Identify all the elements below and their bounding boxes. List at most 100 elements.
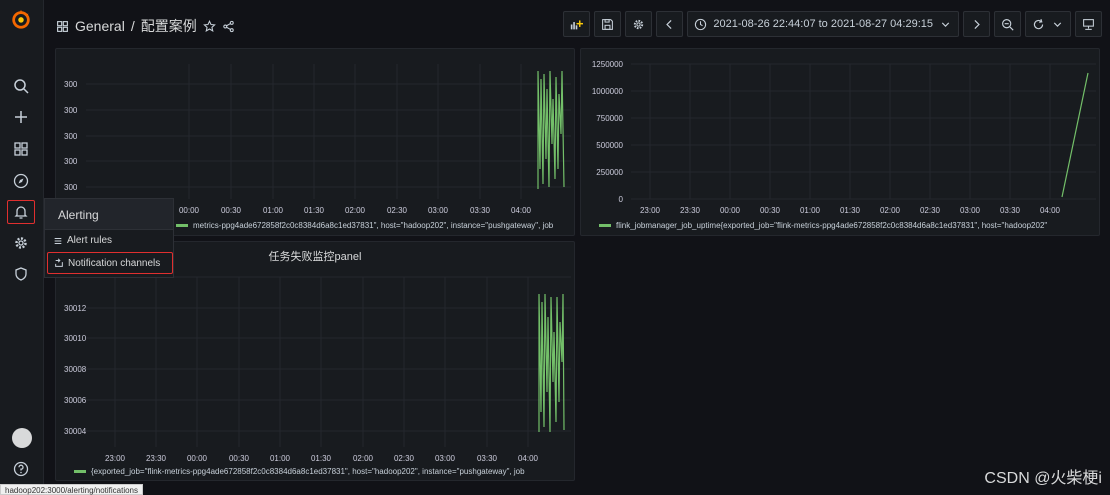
legend-swatch: [176, 224, 188, 227]
save-icon: [602, 18, 614, 30]
list-icon: [54, 237, 62, 244]
panel-task-failure-legend[interactable]: {exported_job="flink-metrics-ppg4ade6728…: [74, 467, 525, 476]
share-icon[interactable]: [222, 20, 235, 33]
breadcrumb-folder[interactable]: General: [75, 18, 125, 34]
dashboard-title[interactable]: 配置案例: [141, 16, 197, 36]
y-axis-ticks: 300 300 300 300 300: [64, 80, 78, 192]
zoom-out-button[interactable]: [994, 11, 1021, 37]
panel-top-left-legend[interactable]: metrics-ppg4ade672858f2c0c8384d6a8c1ed37…: [176, 221, 553, 230]
monitor-icon: [1083, 18, 1094, 30]
panel-top-right-legend[interactable]: flink_jobmanager_job_uptime{exported_job…: [599, 221, 1047, 230]
y-tick: 30012: [64, 304, 87, 313]
series-line: [537, 70, 565, 189]
comment-alt-share-icon: [55, 258, 63, 267]
refresh-button[interactable]: [1025, 11, 1071, 37]
x-tick: 02:30: [920, 206, 941, 215]
y-axis-ticks: 30012 30010 30008 30006 30004: [64, 304, 87, 436]
user-avatar[interactable]: [12, 428, 32, 448]
add-panel-icon: [571, 19, 584, 29]
y-tick: 1000000: [592, 87, 624, 96]
x-tick: 00:30: [760, 206, 781, 215]
x-tick: 00:30: [229, 454, 250, 463]
alerting-menu-header[interactable]: Alerting: [44, 198, 174, 230]
x-tick: 02:00: [345, 206, 366, 215]
clock-icon: [695, 18, 707, 30]
x-tick: 01:30: [840, 206, 861, 215]
menu-item-label: Alert rules: [67, 235, 113, 246]
grafana-logo-icon[interactable]: [10, 8, 32, 30]
y-axis-ticks: 1250000 1000000 750000 500000 250000 0: [592, 60, 624, 204]
configuration-gear-icon[interactable]: [7, 231, 35, 255]
grid: [631, 63, 1096, 200]
x-tick: 03:30: [477, 454, 498, 463]
breadcrumb-separator: /: [130, 18, 135, 34]
alerting-bell-icon[interactable]: [7, 200, 35, 224]
x-tick: 23:30: [146, 454, 167, 463]
x-tick: 01:30: [304, 206, 325, 215]
notification-channels-menu-item[interactable]: Notification channels: [47, 252, 173, 274]
add-panel-button[interactable]: [563, 11, 591, 37]
x-tick: 04:00: [518, 454, 539, 463]
plus-icon[interactable]: [7, 105, 35, 129]
alerting-submenu: Alert rules Notification channels: [44, 230, 174, 278]
search-icon[interactable]: [7, 74, 35, 98]
x-tick: 04:00: [511, 206, 532, 215]
x-tick: 02:00: [880, 206, 901, 215]
watermark: CSDN @火柴梗i: [984, 470, 1102, 487]
x-tick: 01:00: [800, 206, 821, 215]
x-tick: 00:00: [179, 206, 200, 215]
x-tick: 23:00: [640, 206, 661, 215]
y-tick: 0: [619, 195, 624, 204]
chevron-right-icon: [974, 19, 980, 29]
legend-label: metrics-ppg4ade672858f2c0c8384d6a8c1ed37…: [193, 221, 554, 230]
x-tick: 02:00: [353, 454, 374, 463]
legend-label: {exported_job="flink-metrics-ppg4ade6728…: [91, 467, 525, 476]
x-tick: 00:30: [221, 206, 242, 215]
dashboard-settings-button[interactable]: [625, 11, 653, 37]
alert-rules-menu-item[interactable]: Alert rules: [53, 235, 112, 246]
x-tick: 02:30: [387, 206, 408, 215]
x-tick: 03:00: [428, 206, 449, 215]
side-menu: [0, 0, 44, 495]
grid: [86, 64, 571, 199]
chevron-left-icon: [666, 19, 672, 29]
browser-status-url: hadoop202:3000/alerting/notifications: [0, 484, 143, 495]
gear-icon: [634, 19, 644, 29]
server-admin-shield-icon[interactable]: [7, 262, 35, 286]
legend-swatch: [74, 470, 86, 473]
star-icon[interactable]: [202, 19, 216, 33]
y-tick: 750000: [596, 114, 623, 123]
panel-top-right[interactable]: 1250000 1000000 750000 500000 250000 0 2…: [580, 48, 1100, 236]
y-tick: 30006: [64, 396, 87, 405]
x-tick: 00:00: [187, 454, 208, 463]
time-range-picker[interactable]: 2021-08-26 22:44:07 to 2021-08-27 04:29:…: [687, 11, 959, 37]
grid: [86, 276, 571, 447]
dashboards-icon[interactable]: [7, 137, 35, 161]
x-tick: 03:30: [1000, 206, 1021, 215]
x-tick: 03:30: [470, 206, 491, 215]
y-tick: 250000: [596, 168, 623, 177]
help-icon[interactable]: [7, 457, 35, 481]
x-tick: 03:00: [435, 454, 456, 463]
x-tick: 04:00: [1040, 206, 1061, 215]
x-tick: 00:00: [720, 206, 741, 215]
x-tick: 23:00: [105, 454, 126, 463]
x-tick: 23:30: [680, 206, 701, 215]
chevron-down-icon: [1053, 21, 1062, 27]
save-dashboard-button[interactable]: [594, 11, 622, 37]
dashboard-navbar: General / 配置案例 2021-08-26 22:44:07 to 20…: [44, 0, 1110, 48]
y-tick: 500000: [596, 141, 623, 150]
dashboard-grid-icon: [57, 20, 68, 32]
y-tick: 30010: [64, 334, 87, 343]
x-tick: 01:00: [263, 206, 284, 215]
explore-compass-icon[interactable]: [7, 169, 35, 193]
y-tick: 300: [64, 132, 78, 141]
x-tick: 02:30: [394, 454, 415, 463]
x-axis-ticks: 23:00 23:30 00:00 00:30 01:00 01:30 02:0…: [105, 454, 539, 463]
time-shift-back-button[interactable]: [656, 11, 684, 37]
legend-label: flink_jobmanager_job_uptime{exported_job…: [616, 221, 1048, 230]
y-tick: 300: [64, 80, 78, 89]
time-shift-forward-button[interactable]: [963, 11, 990, 37]
tv-mode-button[interactable]: [1075, 11, 1102, 37]
zoom-out-icon: [1002, 18, 1014, 31]
